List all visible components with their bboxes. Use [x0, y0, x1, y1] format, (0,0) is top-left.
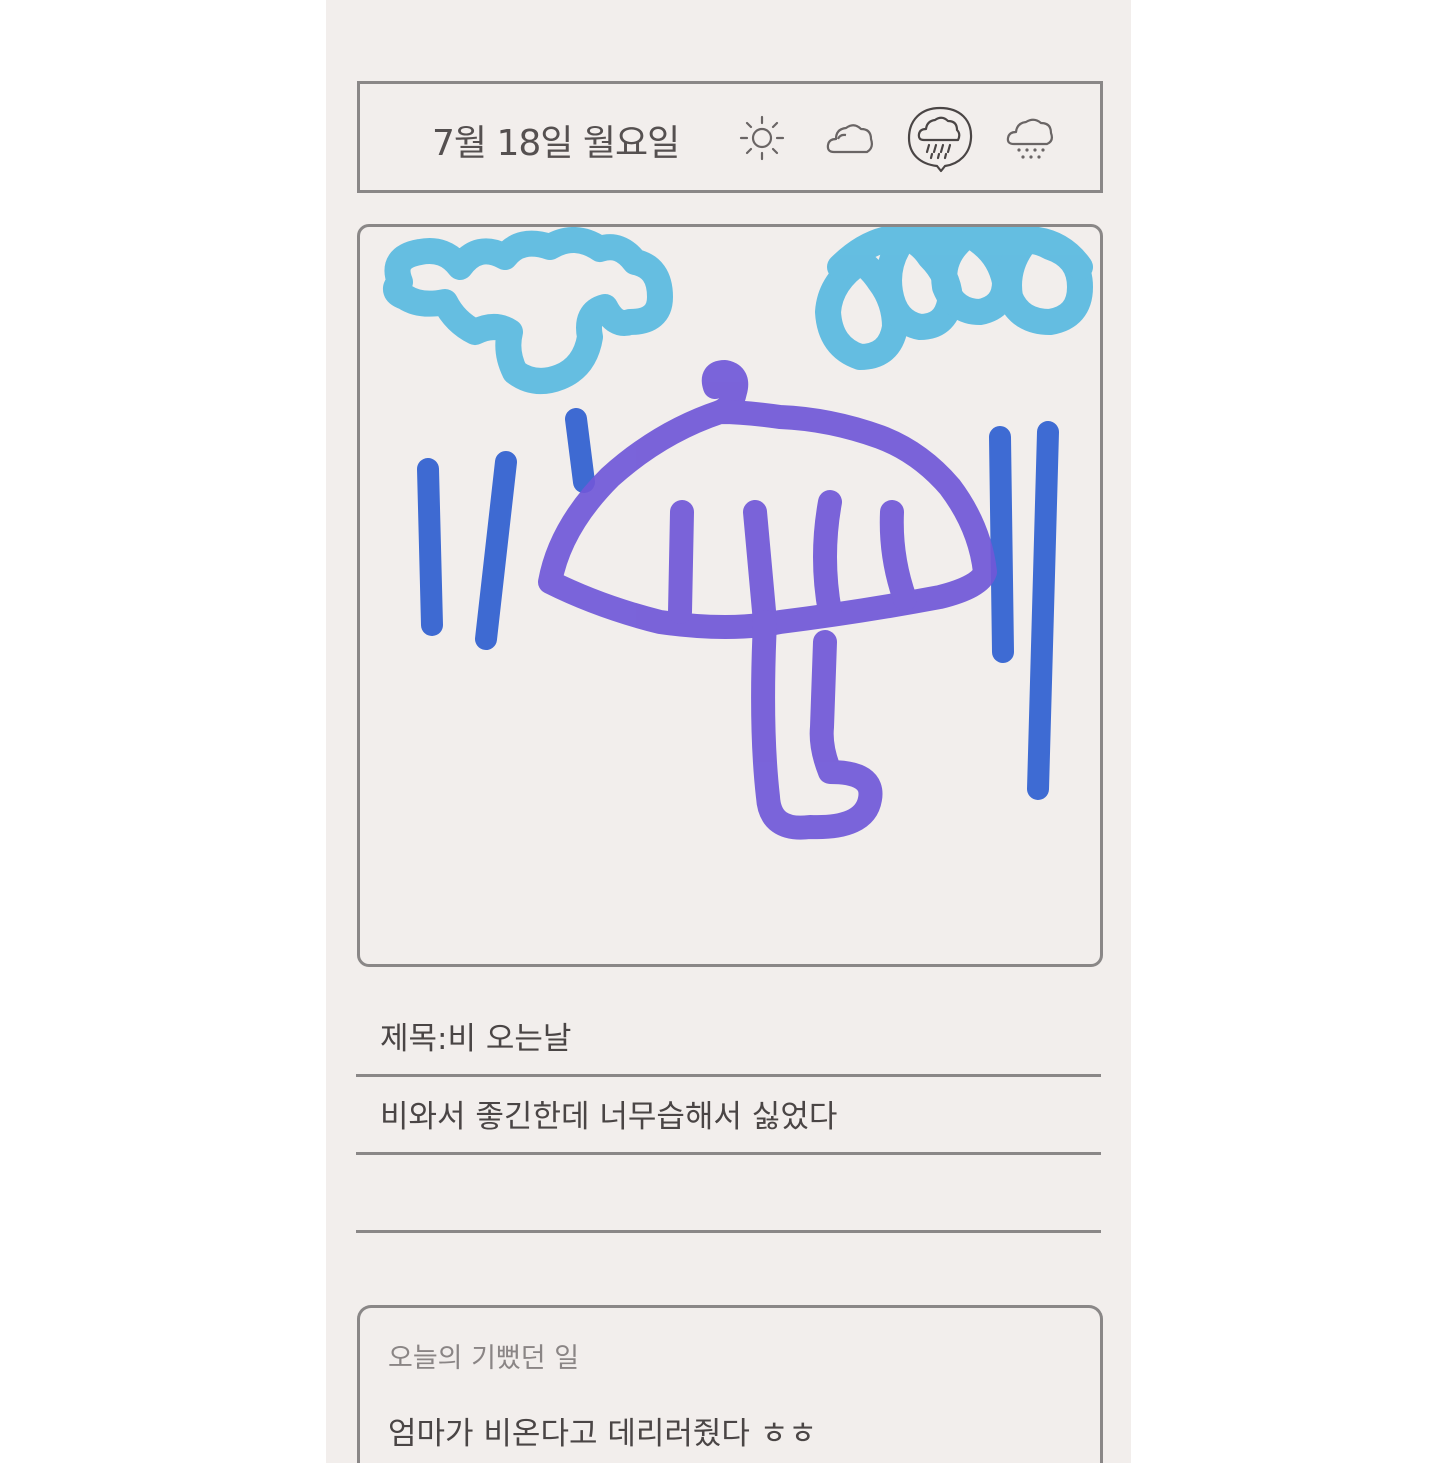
title-line[interactable]: 제목:비 오는날 — [356, 998, 1101, 1077]
date-weather-header: 7월 18일 월요일 — [357, 81, 1103, 193]
sun-icon[interactable] — [736, 112, 788, 164]
happy-moment-card: 오늘의 기뻤던 일 엄마가 비온다고 데리러줬다 ㅎㅎ — [357, 1305, 1103, 1463]
right-cloud-drawing — [815, 227, 1093, 370]
cloud-icon[interactable] — [824, 112, 876, 164]
rain-cloud-icon[interactable] — [905, 104, 975, 174]
diary-line-2[interactable] — [356, 1154, 1101, 1233]
left-cloud-drawing — [383, 227, 673, 394]
diary-title: 제목:비 오는날 — [380, 1021, 572, 1057]
date-label[interactable]: 7월 18일 월요일 — [432, 114, 680, 166]
happy-moment-heading: 오늘의 기뻤던 일 — [388, 1343, 580, 1374]
drawing-canvas[interactable] — [357, 224, 1103, 967]
diary-line-1[interactable]: 비와서 좋긴한데 너무습해서 싫었다 — [356, 1076, 1101, 1155]
happy-moment-text[interactable]: 엄마가 비온다고 데리러줬다 ㅎㅎ — [388, 1408, 817, 1453]
snow-cloud-icon[interactable] — [1004, 112, 1056, 164]
diary-page: 7월 18일 월요일 제목:비 오는날 비와서 좋긴한데 너무습해서 싫었다 오… — [326, 0, 1131, 1463]
umbrella-drawing — [538, 360, 997, 840]
diary-line-text: 비와서 좋긴한데 너무습해서 싫었다 — [380, 1099, 838, 1135]
